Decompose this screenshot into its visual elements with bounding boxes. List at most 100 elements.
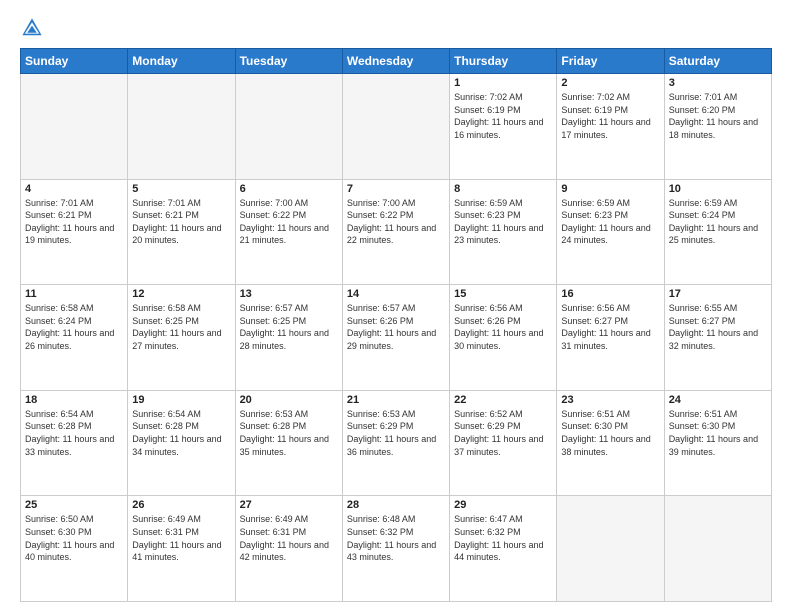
day-number: 17 (669, 288, 767, 300)
day-info: Sunrise: 6:54 AMSunset: 6:28 PMDaylight:… (132, 408, 230, 458)
day-number: 15 (454, 288, 552, 300)
day-number: 13 (240, 288, 338, 300)
calendar-cell: 5 Sunrise: 7:01 AMSunset: 6:21 PMDaylight… (128, 179, 235, 285)
day-of-week-header: Tuesday (235, 49, 342, 74)
day-number: 18 (25, 394, 123, 406)
calendar-cell: 13 Sunrise: 6:57 AMSunset: 6:25 PMDayligh… (235, 285, 342, 391)
calendar-cell: 28 Sunrise: 6:48 AMSunset: 6:32 PMDayligh… (342, 496, 449, 602)
week-row: 25 Sunrise: 6:50 AMSunset: 6:30 PMDayligh… (21, 496, 772, 602)
day-number: 11 (25, 288, 123, 300)
day-number: 9 (561, 183, 659, 195)
calendar-cell: 21Sunrise: 6:53 AMSunset: 6:29 PMDayligh… (342, 390, 449, 496)
calendar-cell: 4Sunrise: 7:01 AMSunset: 6:21 PMDaylight… (21, 179, 128, 285)
calendar-cell: 26 Sunrise: 6:49 AMSunset: 6:31 PMDayligh… (128, 496, 235, 602)
day-number: 24 (669, 394, 767, 406)
day-info: Sunrise: 6:50 AMSunset: 6:30 PMDaylight:… (25, 513, 123, 563)
day-number: 6 (240, 183, 338, 195)
day-number: 29 (454, 499, 552, 511)
day-number: 28 (347, 499, 445, 511)
calendar-cell: 25 Sunrise: 6:50 AMSunset: 6:30 PMDayligh… (21, 496, 128, 602)
day-info: Sunrise: 6:51 AMSunset: 6:30 PMDaylight:… (561, 408, 659, 458)
day-number: 27 (240, 499, 338, 511)
day-number: 10 (669, 183, 767, 195)
day-info: Sunrise: 6:53 AMSunset: 6:28 PMDaylight:… (240, 408, 338, 458)
day-info: Sunrise: 6:58 AMSunset: 6:24 PMDaylight:… (25, 302, 123, 352)
day-info: Sunrise: 6:56 AMSunset: 6:26 PMDaylight:… (454, 302, 552, 352)
day-number: 14 (347, 288, 445, 300)
day-number: 2 (561, 77, 659, 89)
day-number: 25 (25, 499, 123, 511)
day-number: 3 (669, 77, 767, 89)
day-info: Sunrise: 6:49 AMSunset: 6:31 PMDaylight:… (132, 513, 230, 563)
day-info: Sunrise: 6:52 AMSunset: 6:29 PMDaylight:… (454, 408, 552, 458)
header (20, 16, 772, 40)
day-info: Sunrise: 6:59 AMSunset: 6:24 PMDaylight:… (669, 197, 767, 247)
day-number: 26 (132, 499, 230, 511)
page: SundayMondayTuesdayWednesdayThursdayFrid… (0, 0, 792, 612)
calendar-cell: 19 Sunrise: 6:54 AMSunset: 6:28 PMDayligh… (128, 390, 235, 496)
day-info: Sunrise: 6:47 AMSunset: 6:32 PMDaylight:… (454, 513, 552, 563)
calendar-cell (21, 74, 128, 180)
day-of-week-header: Thursday (450, 49, 557, 74)
day-number: 12 (132, 288, 230, 300)
day-info: Sunrise: 7:02 AMSunset: 6:19 PMDaylight:… (454, 91, 552, 141)
day-number: 4 (25, 183, 123, 195)
day-of-week-header: Sunday (21, 49, 128, 74)
calendar-cell: 16 Sunrise: 6:56 AMSunset: 6:27 PMDayligh… (557, 285, 664, 391)
logo-icon (20, 16, 44, 40)
day-number: 23 (561, 394, 659, 406)
day-info: Sunrise: 6:56 AMSunset: 6:27 PMDaylight:… (561, 302, 659, 352)
calendar-cell: 27 Sunrise: 6:49 AMSunset: 6:31 PMDayligh… (235, 496, 342, 602)
calendar-cell: 23 Sunrise: 6:51 AMSunset: 6:30 PMDayligh… (557, 390, 664, 496)
calendar-cell (235, 74, 342, 180)
day-info: Sunrise: 6:58 AMSunset: 6:25 PMDaylight:… (132, 302, 230, 352)
day-info: Sunrise: 7:02 AMSunset: 6:19 PMDaylight:… (561, 91, 659, 141)
day-info: Sunrise: 6:53 AMSunset: 6:29 PMDaylight:… (347, 408, 445, 458)
week-row: 4 Sunrise: 7:01 AMSunset: 6:21 PMDaylight… (21, 179, 772, 285)
calendar-cell: 24 Sunrise: 6:51 AMSunset: 6:30 PMDayligh… (664, 390, 771, 496)
calendar-cell (664, 496, 771, 602)
calendar-cell: 12 Sunrise: 6:58 AMSunset: 6:25 PMDayligh… (128, 285, 235, 391)
day-number: 5 (132, 183, 230, 195)
calendar-cell: 2 Sunrise: 7:02 AMSunset: 6:19 PMDaylight… (557, 74, 664, 180)
calendar-cell: 9Sunrise: 6:59 AMSunset: 6:23 PMDaylight… (557, 179, 664, 285)
day-of-week-header: Wednesday (342, 49, 449, 74)
day-info: Sunrise: 6:57 AMSunset: 6:26 PMDaylight:… (347, 302, 445, 352)
day-number: 7 (347, 183, 445, 195)
calendar-cell: 29 Sunrise: 6:47 AMSunset: 6:32 PMDayligh… (450, 496, 557, 602)
day-of-week-header: Saturday (664, 49, 771, 74)
day-number: 16 (561, 288, 659, 300)
day-info: Sunrise: 6:49 AMSunset: 6:31 PMDaylight:… (240, 513, 338, 563)
day-number: 20 (240, 394, 338, 406)
day-number: 8 (454, 183, 552, 195)
day-info: Sunrise: 6:48 AMSunset: 6:32 PMDaylight:… (347, 513, 445, 563)
day-number: 22 (454, 394, 552, 406)
day-info: Sunrise: 6:51 AMSunset: 6:30 PMDaylight:… (669, 408, 767, 458)
calendar-table: SundayMondayTuesdayWednesdayThursdayFrid… (20, 48, 772, 602)
day-info: Sunrise: 6:57 AMSunset: 6:25 PMDaylight:… (240, 302, 338, 352)
calendar-cell: 11 Sunrise: 6:58 AMSunset: 6:24 PMDayligh… (21, 285, 128, 391)
calendar-cell: 20 Sunrise: 6:53 AMSunset: 6:28 PMDayligh… (235, 390, 342, 496)
day-of-week-header: Monday (128, 49, 235, 74)
calendar-cell: 6 Sunrise: 7:00 AMSunset: 6:22 PMDaylight… (235, 179, 342, 285)
day-info: Sunrise: 7:01 AMSunset: 6:21 PMDaylight:… (132, 197, 230, 247)
week-row: 1 Sunrise: 7:02 AMSunset: 6:19 PMDaylight… (21, 74, 772, 180)
day-info: Sunrise: 7:00 AMSunset: 6:22 PMDaylight:… (347, 197, 445, 247)
week-row: 11 Sunrise: 6:58 AMSunset: 6:24 PMDayligh… (21, 285, 772, 391)
calendar-cell: 7 Sunrise: 7:00 AMSunset: 6:22 PMDaylight… (342, 179, 449, 285)
day-of-week-header: Friday (557, 49, 664, 74)
day-number: 19 (132, 394, 230, 406)
calendar-cell: 17Sunrise: 6:55 AMSunset: 6:27 PMDayligh… (664, 285, 771, 391)
calendar-cell: 22 Sunrise: 6:52 AMSunset: 6:29 PMDayligh… (450, 390, 557, 496)
logo (20, 16, 48, 40)
week-row: 18 Sunrise: 6:54 AMSunset: 6:28 PMDayligh… (21, 390, 772, 496)
day-info: Sunrise: 6:59 AMSunset: 6:23 PMDaylight:… (454, 197, 552, 247)
day-info: Sunrise: 7:00 AMSunset: 6:22 PMDaylight:… (240, 197, 338, 247)
day-info: Sunrise: 6:54 AMSunset: 6:28 PMDaylight:… (25, 408, 123, 458)
calendar-header-row: SundayMondayTuesdayWednesdayThursdayFrid… (21, 49, 772, 74)
day-number: 1 (454, 77, 552, 89)
calendar-cell (557, 496, 664, 602)
day-info: Sunrise: 7:01 AMSunset: 6:20 PMDaylight:… (669, 91, 767, 141)
calendar-cell: 18 Sunrise: 6:54 AMSunset: 6:28 PMDayligh… (21, 390, 128, 496)
calendar-cell (128, 74, 235, 180)
